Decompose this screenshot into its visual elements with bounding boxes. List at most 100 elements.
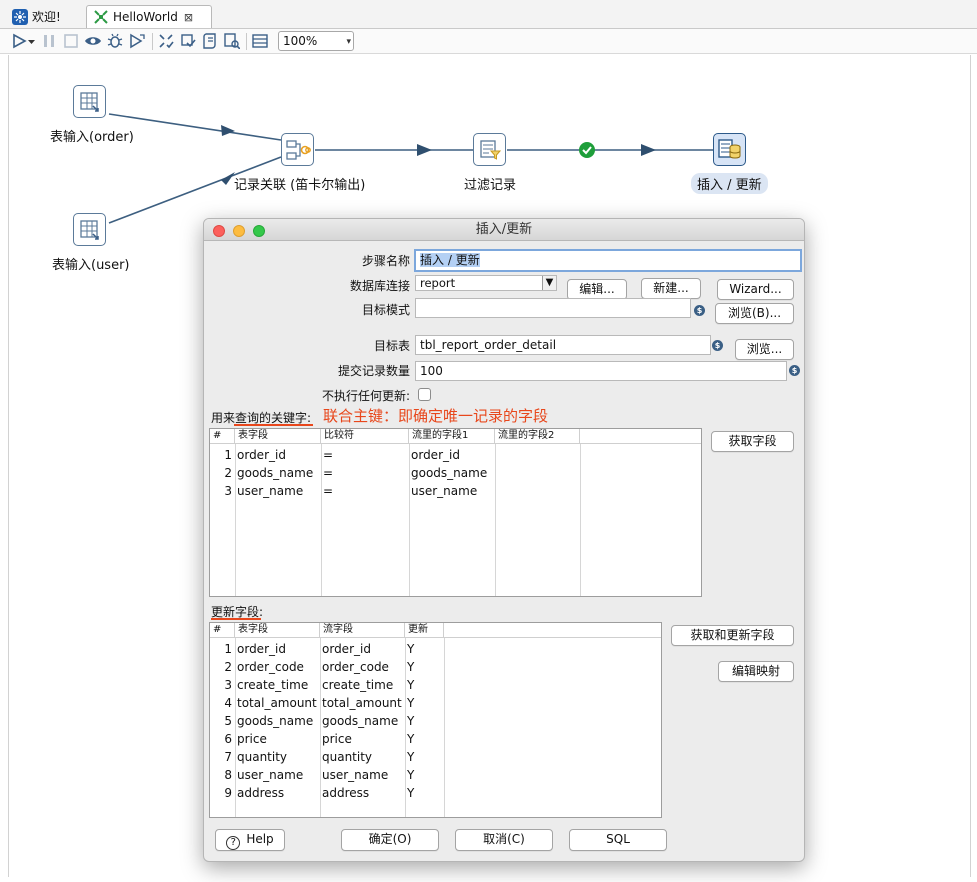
node-filter-rows[interactable]	[473, 133, 506, 166]
chevron-down-icon[interactable]	[27, 32, 35, 50]
tab-welcome[interactable]: 欢迎!	[6, 5, 84, 28]
edit-connection-button[interactable]: 编辑...	[567, 279, 627, 300]
impact-icon[interactable]	[179, 32, 197, 50]
cancel-button[interactable]: 取消(C)	[455, 829, 553, 851]
ok-button[interactable]: 确定(O)	[341, 829, 439, 851]
wizard-button[interactable]: Wizard...	[717, 279, 794, 300]
zoom-select[interactable]: 100% ▾	[278, 31, 354, 51]
row-number: 1	[224, 448, 232, 462]
stream-field1-cell: user_name	[411, 484, 478, 498]
commit-count-input[interactable]: 100	[415, 361, 787, 381]
table-field-cell: goods_name	[237, 466, 314, 480]
variable-icon[interactable]: $	[789, 365, 800, 376]
column-header: 流里的字段1	[409, 429, 495, 444]
table-field-cell: order_id	[237, 448, 286, 462]
new-connection-button[interactable]: 新建...	[641, 278, 701, 299]
explore-db-icon[interactable]	[223, 32, 241, 50]
show-results-icon[interactable]	[251, 32, 269, 50]
variable-icon[interactable]: $	[712, 340, 723, 351]
get-update-fields-button[interactable]: 获取和更新字段	[671, 625, 794, 646]
toolbar-separator	[152, 33, 153, 50]
update-flag-cell: Y	[407, 750, 415, 764]
help-button[interactable]: ? Help	[215, 829, 285, 851]
key-table[interactable]: # 表字段 比较符 流里的字段1 流里的字段2 1 order_id = ord…	[209, 428, 702, 597]
node-table-input-user[interactable]	[73, 213, 106, 246]
node-label: 表输入(order)	[50, 130, 134, 145]
commit-count-value: 100	[420, 364, 443, 378]
update-flag-cell: Y	[407, 642, 415, 656]
update-flag-cell: Y	[407, 786, 415, 800]
transformation-toolbar: 100% ▾	[0, 29, 977, 54]
sql-icon[interactable]	[201, 32, 219, 50]
db-connection-label: 数据库连接	[349, 279, 410, 293]
browse-schema-button[interactable]: 浏览(B)...	[715, 303, 794, 324]
table-field-cell: user_name	[237, 768, 304, 782]
preview-icon[interactable]	[84, 32, 102, 50]
tab-helloworld[interactable]: HelloWorld ⊠	[86, 5, 212, 28]
stream-field1-cell: order_id	[411, 448, 460, 462]
insert-update-icon	[717, 138, 740, 159]
table-field-cell: price	[237, 732, 267, 746]
get-fields-button[interactable]: 获取字段	[711, 431, 794, 452]
tab-helloworld-label: HelloWorld	[113, 10, 178, 24]
edit-mapping-button[interactable]: 编辑映射	[718, 661, 794, 682]
debug-icon[interactable]	[106, 32, 124, 50]
stream-field1-cell: goods_name	[411, 466, 488, 480]
stop-icon[interactable]	[62, 32, 80, 50]
variable-icon[interactable]: $	[694, 305, 705, 316]
column-header: 更新	[405, 623, 444, 638]
dialog-title: 插入/更新	[475, 222, 533, 237]
node-table-input-order[interactable]	[73, 85, 106, 118]
hop-arrow	[641, 144, 656, 156]
update-flag-cell: Y	[407, 714, 415, 728]
stream-field-cell: quantity	[322, 750, 373, 764]
no-update-label: 不执行任何更新:	[321, 389, 410, 403]
browse-table-button[interactable]: 浏览...	[735, 339, 794, 360]
table-field-cell: quantity	[237, 750, 288, 764]
stream-field-cell: order_code	[322, 660, 389, 674]
pause-icon[interactable]	[40, 32, 58, 50]
stream-field-cell: goods_name	[322, 714, 399, 728]
filter-icon	[479, 139, 501, 160]
no-update-checkbox[interactable]	[418, 388, 431, 401]
target-table-input[interactable]: tbl_report_order_detail	[415, 335, 711, 355]
stream-field2-cell	[495, 482, 580, 500]
stream-field-cell: user_name	[322, 768, 389, 782]
table-field-cell: order_code	[237, 660, 304, 674]
node-join-rows[interactable]	[281, 133, 314, 166]
commit-count-label: 提交记录数量	[337, 364, 410, 378]
update-flag-cell: Y	[407, 768, 415, 782]
minimize-window-button[interactable]	[233, 225, 245, 237]
maximize-window-button[interactable]	[253, 225, 265, 237]
close-window-button[interactable]	[213, 225, 225, 237]
comparator-cell: =	[323, 448, 334, 462]
row-number: 3	[224, 678, 232, 692]
replay-icon[interactable]	[128, 32, 146, 50]
run-icon[interactable]	[10, 32, 28, 50]
row-number: 4	[224, 696, 232, 710]
hop-line[interactable]	[108, 113, 282, 141]
toolbar-separator	[246, 33, 247, 50]
insert-update-dialog: 插入/更新 步骤名称 插入 / 更新 数据库连接 report ▼ 编辑... …	[203, 218, 805, 862]
target-table-label: 目标表	[373, 339, 410, 353]
close-icon[interactable]: ⊠	[184, 11, 193, 24]
node-insert-update[interactable]	[713, 133, 746, 166]
hop-arrow	[417, 144, 432, 156]
sql-button[interactable]: SQL	[569, 829, 667, 851]
db-connection-select[interactable]: report ▼	[415, 275, 557, 291]
column-header: 表字段	[235, 429, 321, 444]
update-flag-cell: Y	[407, 732, 415, 746]
stream-field-cell: address	[322, 786, 370, 800]
row-number: 1	[224, 642, 232, 656]
dialog-titlebar[interactable]: 插入/更新	[204, 219, 804, 241]
welcome-icon	[12, 8, 28, 25]
verify-icon[interactable]	[157, 32, 175, 50]
step-name-input[interactable]: 插入 / 更新	[414, 249, 802, 272]
node-label: 过滤记录	[464, 178, 517, 193]
join-icon	[285, 139, 311, 160]
target-schema-input[interactable]	[415, 298, 691, 318]
update-table[interactable]: # 表字段 流字段 更新 1 order_id order_id Y 2 order_co…	[209, 622, 662, 818]
row-number: 6	[224, 732, 232, 746]
row-number: 8	[224, 768, 232, 782]
update-table-header: # 表字段 流字段 更新	[210, 623, 661, 638]
